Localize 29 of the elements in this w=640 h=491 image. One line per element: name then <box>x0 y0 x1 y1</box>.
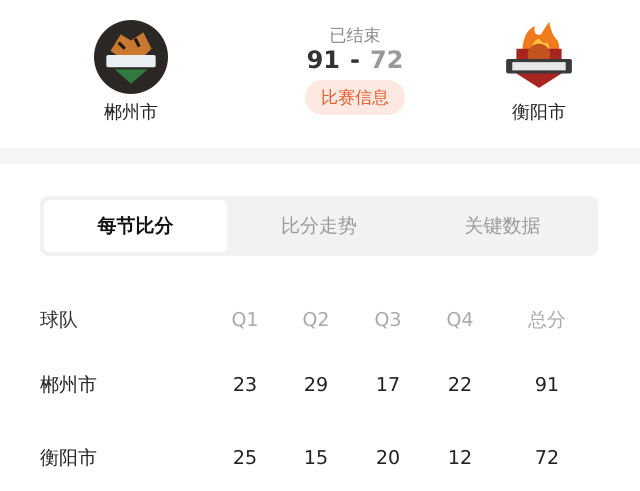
table-cell-text: 17 <box>374 374 402 396</box>
table-cell-text: 20 <box>374 446 402 468</box>
table-cell-text: 23 <box>232 374 258 396</box>
table-cell-text: 91 <box>534 374 560 396</box>
table-cell-text: 12 <box>446 446 474 468</box>
tab[interactable]: 每节比分 <box>44 200 228 252</box>
column-header: 球队 <box>40 308 79 333</box>
match-info-button[interactable]: 比赛信息 <box>305 80 405 115</box>
team-name: 衡阳市 <box>512 101 566 124</box>
column-header: Q3 <box>373 309 403 331</box>
tab[interactable]: 比分走势 <box>227 200 411 252</box>
table-cell-text: 衡阳市 <box>40 446 98 470</box>
home-score: 91 <box>306 46 340 74</box>
table-cell-text: 72 <box>534 446 560 468</box>
column-header: Q2 <box>301 309 331 331</box>
column-header: Q4 <box>445 309 475 331</box>
table-cell-text: 29 <box>302 374 330 396</box>
away-score: 72 <box>370 46 404 74</box>
table-cell-text: 22 <box>446 374 474 396</box>
team-name: 郴州市 <box>104 101 158 124</box>
match-status: 已结束 <box>330 26 380 46</box>
table-cell-text: 15 <box>302 446 330 468</box>
score-separator: - <box>350 46 360 74</box>
column-header: 总分 <box>527 308 567 333</box>
tab[interactable]: 关键数据 <box>410 200 594 252</box>
column-header: Q1 <box>230 309 260 331</box>
table-cell-text: 25 <box>232 446 258 468</box>
table-cell-text: 郴州市 <box>40 372 98 398</box>
tiger-logo-icon <box>94 20 168 94</box>
